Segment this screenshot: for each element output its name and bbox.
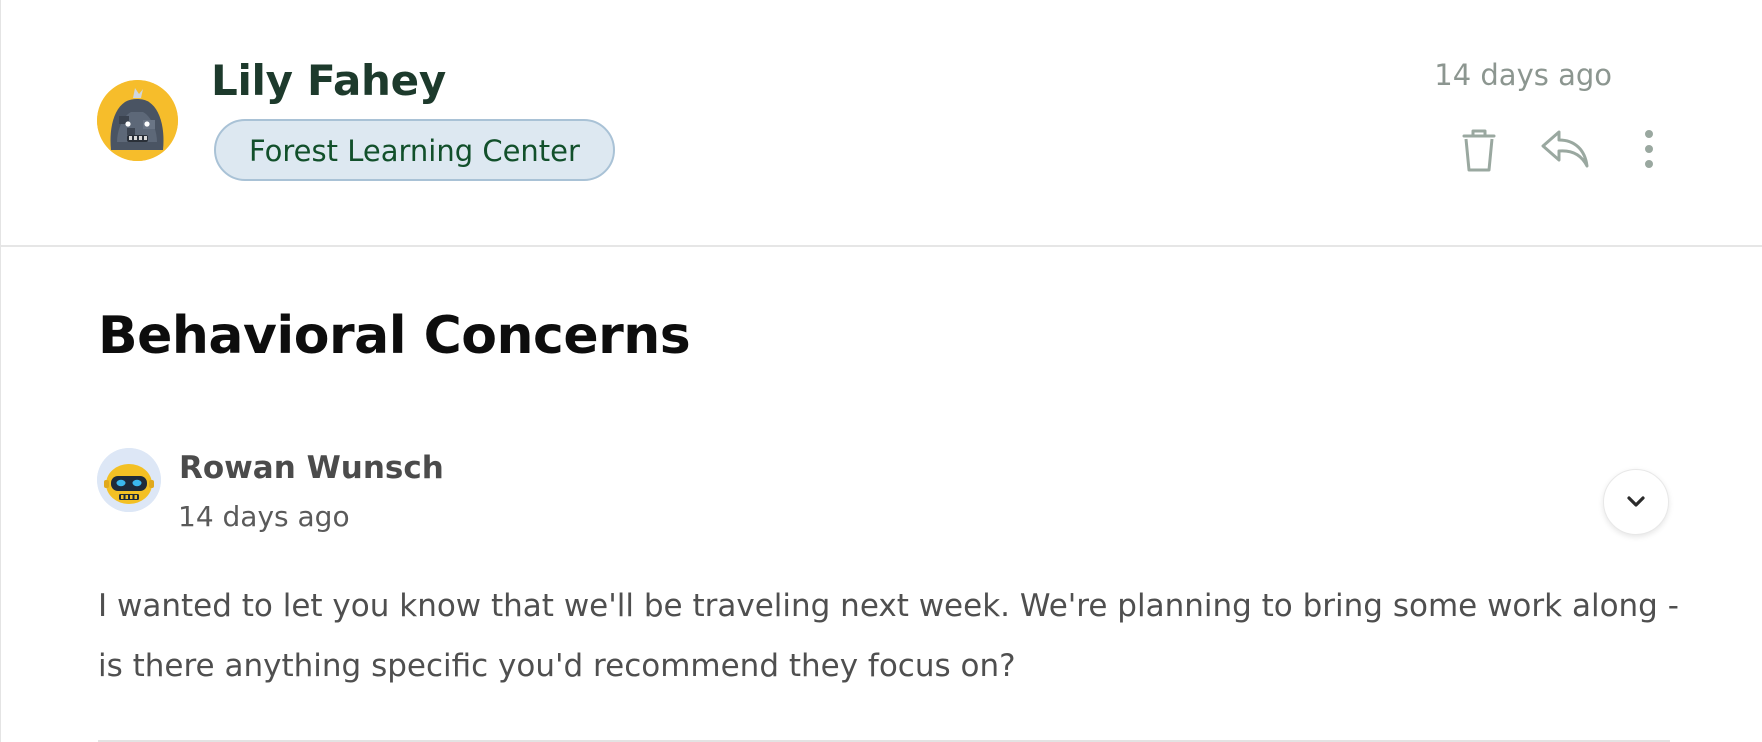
thread-subject: Behavioral Concerns bbox=[98, 306, 691, 366]
author-avatar[interactable] bbox=[97, 448, 161, 512]
reply-icon bbox=[1541, 130, 1589, 168]
gorilla-avatar-icon bbox=[97, 80, 178, 161]
message-view: Lily Fahey Forest Learning Center 14 day… bbox=[0, 0, 1762, 742]
message-author-timestamp: 14 days ago bbox=[178, 500, 350, 533]
reply-button[interactable] bbox=[1539, 126, 1591, 170]
chevron-down-icon bbox=[1627, 496, 1645, 507]
more-vertical-icon bbox=[1645, 130, 1653, 168]
more-options-button[interactable] bbox=[1637, 126, 1661, 174]
delete-button[interactable] bbox=[1456, 126, 1502, 174]
message-author: Rowan Wunsch bbox=[179, 450, 444, 486]
message-header: Lily Fahey Forest Learning Center 14 day… bbox=[1, 0, 1762, 247]
sender-name: Lily Fahey bbox=[211, 56, 446, 105]
trash-icon bbox=[1462, 129, 1496, 172]
robot-avatar-icon bbox=[97, 448, 161, 512]
message-body: I wanted to let you know that we'll be t… bbox=[98, 588, 1679, 684]
sender-avatar[interactable] bbox=[97, 80, 178, 161]
organization-badge: Forest Learning Center bbox=[214, 119, 615, 181]
expand-message-button[interactable] bbox=[1603, 469, 1669, 535]
message-timestamp: 14 days ago bbox=[1434, 58, 1612, 92]
